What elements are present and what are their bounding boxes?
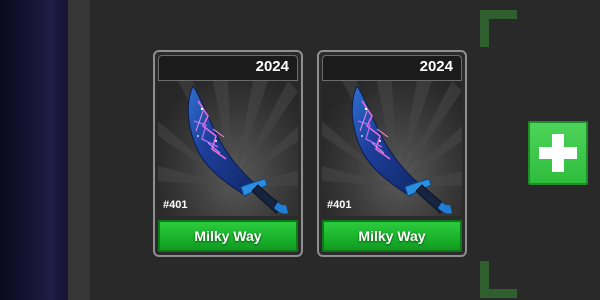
side-background	[0, 0, 68, 300]
slot-bracket-top	[480, 10, 517, 47]
item-card[interactable]: 2024 #401 Milky Way	[153, 50, 303, 257]
item-year: 2024	[419, 58, 453, 75]
item-name-button[interactable]: Milky Way	[158, 220, 298, 252]
panel-divider	[68, 0, 90, 300]
item-serial: #401	[327, 199, 352, 211]
card-header: 2024	[322, 55, 462, 81]
item-image: #401	[322, 81, 462, 216]
item-serial: #401	[163, 199, 188, 211]
milky-way-knife-icon	[187, 84, 288, 214]
add-item-button[interactable]	[528, 121, 588, 185]
milky-way-knife-icon	[351, 84, 452, 214]
card-header: 2024	[158, 55, 298, 81]
item-image: #401	[158, 81, 298, 216]
item-card[interactable]: 2024 #401 Milky Way	[317, 50, 467, 257]
item-year: 2024	[255, 58, 289, 75]
item-name-button[interactable]: Milky Way	[322, 220, 462, 252]
slot-bracket-bottom	[480, 261, 517, 298]
